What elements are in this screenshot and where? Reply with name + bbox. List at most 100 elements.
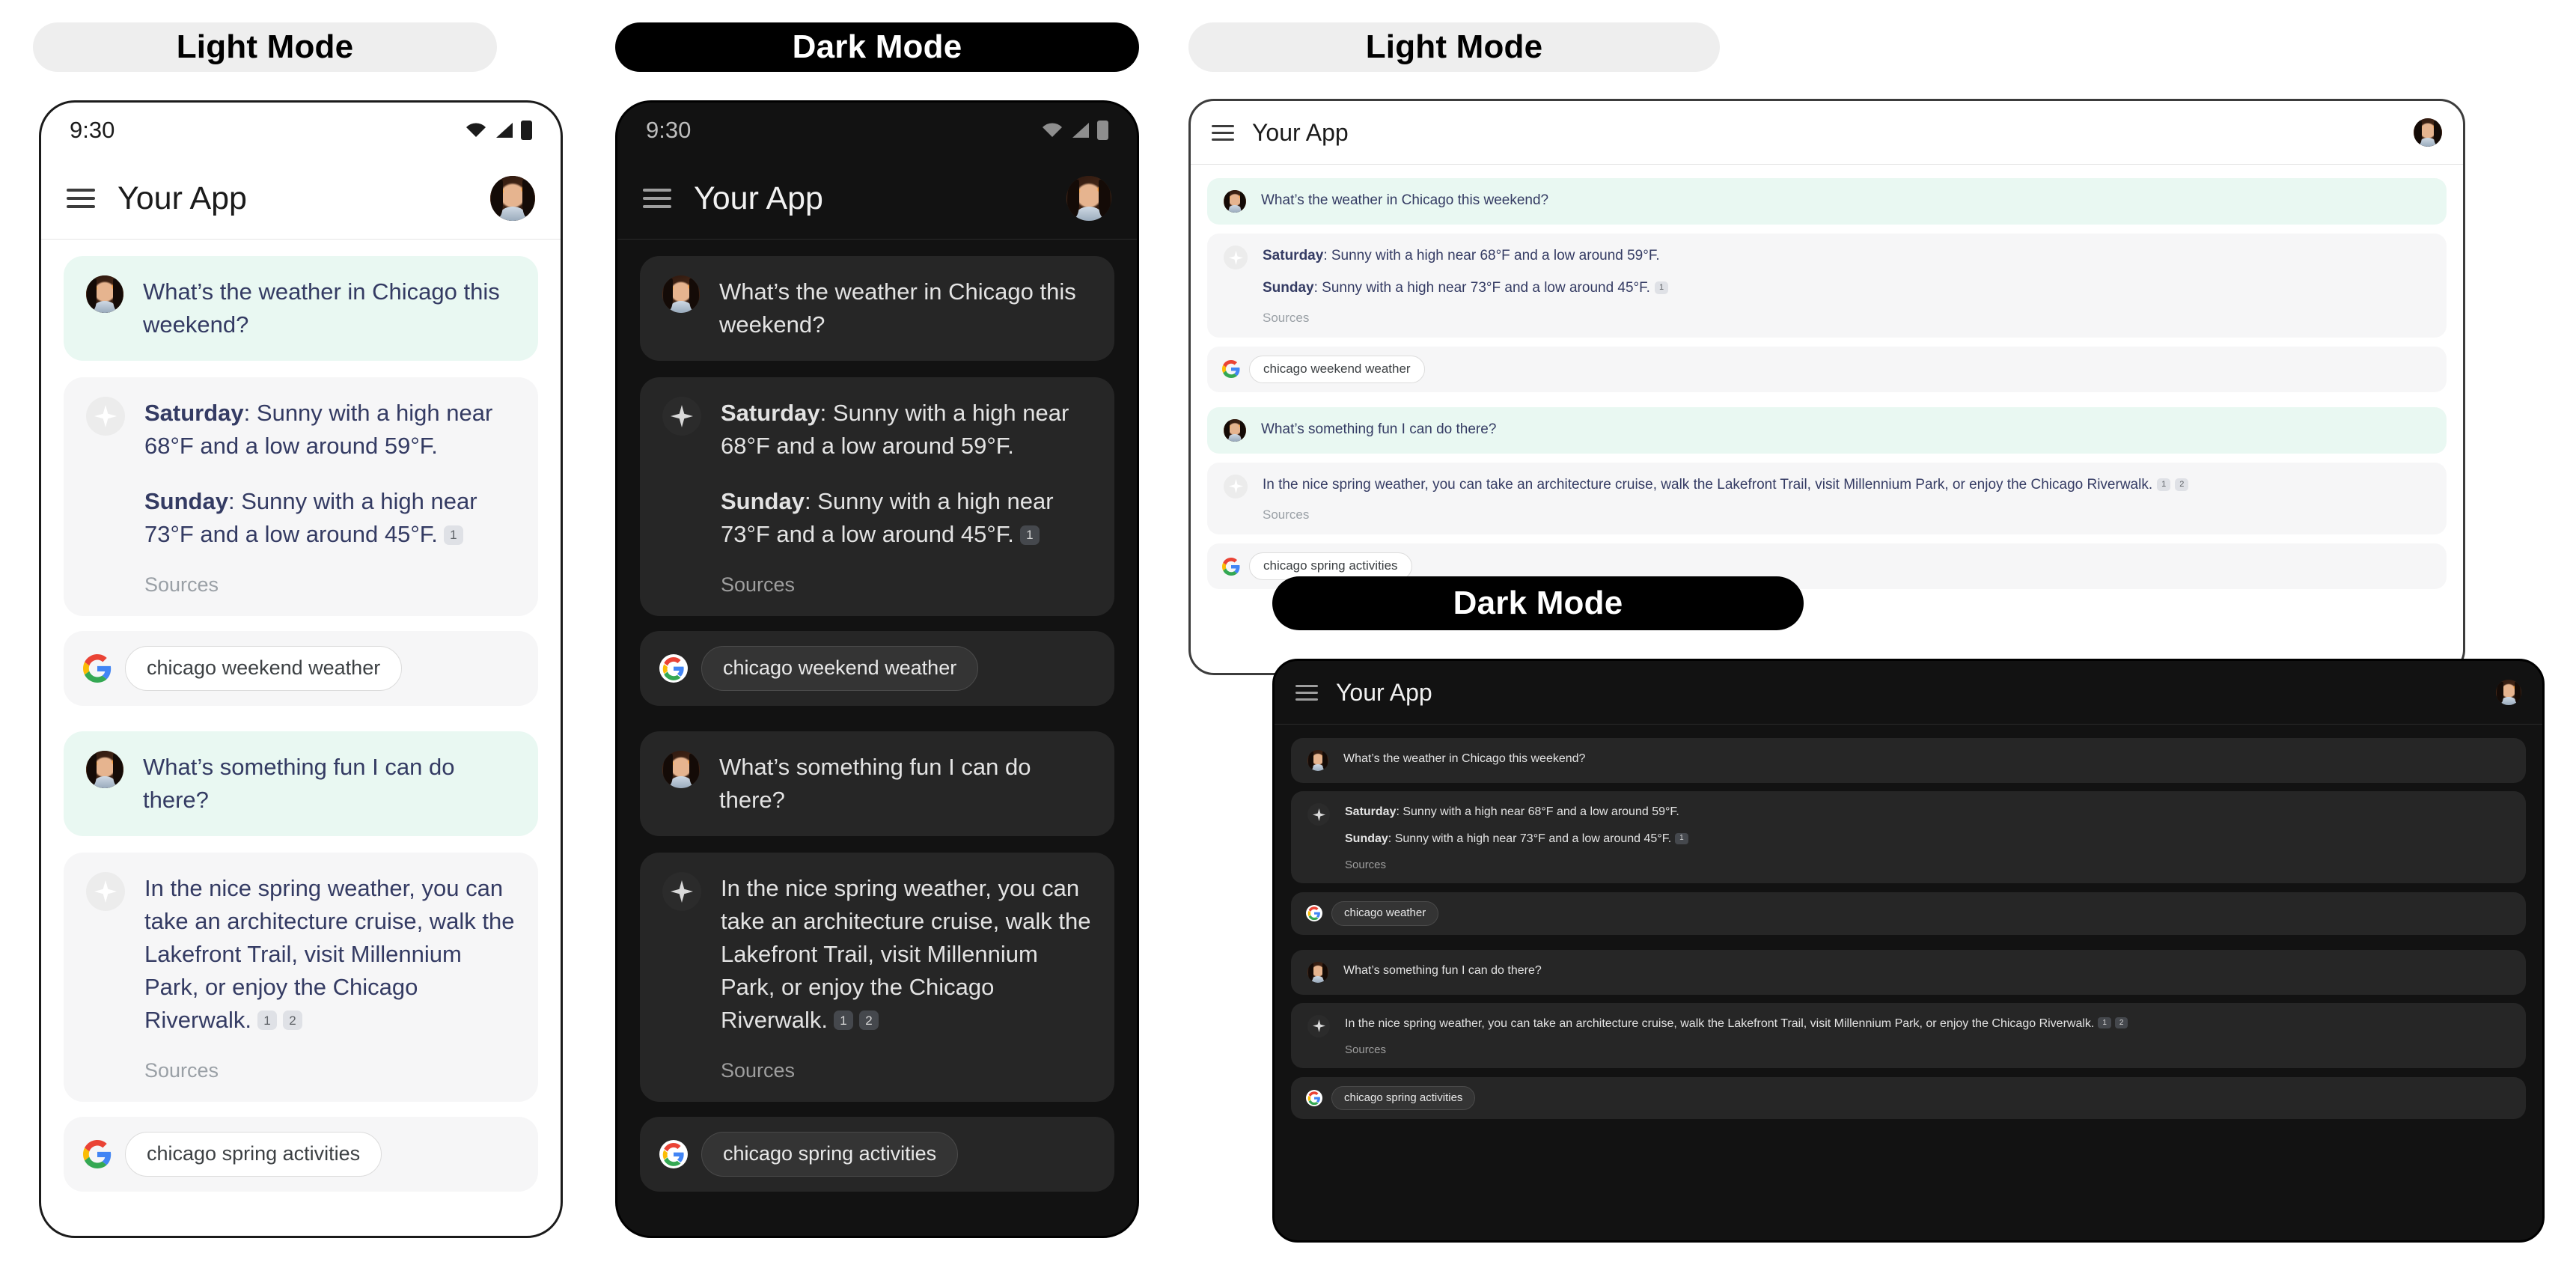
avatar[interactable]	[490, 176, 535, 221]
label-text: Dark Mode	[1453, 585, 1623, 621]
user-message-bubble: What’s the weather in Chicago this weeke…	[1207, 178, 2447, 225]
citation-badge[interactable]: 1	[1019, 525, 1040, 545]
citation-badge[interactable]: 1	[2157, 478, 2171, 491]
search-chip[interactable]: chicago spring activities	[125, 1131, 382, 1177]
sources-link[interactable]: Sources	[1345, 1043, 2509, 1056]
sources-link[interactable]: Sources	[721, 573, 1092, 597]
search-suggestion-card: chicago spring activities	[64, 1116, 538, 1192]
ai-line: Saturday: Sunny with a high near 68°F an…	[1345, 803, 2509, 821]
label-light-mode-phone: Light Mode	[33, 22, 497, 72]
avatar	[1307, 961, 1328, 983]
status-bar-light: 9:30	[41, 103, 561, 158]
page-title: Your App	[1336, 678, 1432, 706]
sources-link[interactable]: Sources	[144, 573, 516, 597]
ai-message-text-wrap: In the nice spring weather, you can take…	[1263, 475, 2430, 496]
user-message-bubble: What’s the weather in Chicago this weeke…	[1291, 738, 2526, 783]
user-message-bubble: What’s something fun I can do there?	[1207, 406, 2447, 454]
signal-icon	[1072, 123, 1089, 138]
page-title: Your App	[694, 180, 823, 216]
citation-badge[interactable]: 1	[2098, 1017, 2111, 1028]
ai-sparkle-icon	[1307, 1014, 1330, 1037]
screenshot-canvas: Light Mode 9:30 Your App What’s the weat…	[0, 0, 2576, 1265]
ai-line-text: : Sunny with a high near 73°F and a low …	[1313, 279, 1650, 296]
avatar[interactable]	[2414, 118, 2442, 147]
status-bar-dark: 9:30	[617, 103, 1137, 158]
page-title: Your App	[1252, 118, 1349, 146]
search-chip[interactable]: chicago weather	[1331, 901, 1439, 926]
label-dark-mode-phone: Dark Mode	[615, 22, 1139, 72]
ai-message-bubble: Saturday: Sunny with a high near 68°F an…	[1207, 234, 2447, 338]
sources-link[interactable]: Sources	[721, 1059, 1092, 1082]
user-message-text: What’s something fun I can do there?	[143, 753, 455, 813]
ai-message-bubble: Saturday: Sunny with a high near 68°F an…	[640, 377, 1114, 617]
sources-link[interactable]: Sources	[144, 1059, 516, 1082]
hamburger-menu-icon[interactable]	[1295, 684, 1318, 701]
google-g-icon	[659, 1139, 688, 1168]
status-icon-group	[1042, 121, 1108, 140]
app-bar-dark: Your App	[617, 158, 1137, 239]
ai-sparkle-icon	[1307, 803, 1330, 826]
citation-badge[interactable]: 1	[833, 1011, 853, 1031]
user-message-bubble: What’s something fun I can do there?	[640, 731, 1114, 836]
avatar	[662, 750, 700, 788]
ai-line-label: Saturday	[721, 400, 820, 427]
chat-thread-tablet-light: What’s the weather in Chicago this weeke…	[1191, 165, 2463, 603]
citation-badge[interactable]: 1	[443, 525, 463, 545]
status-icon-group	[466, 121, 532, 140]
search-suggestion-card: chicago weekend weather	[1207, 347, 2447, 392]
user-message-bubble: What’s the weather in Chicago this weeke…	[640, 256, 1114, 362]
ai-line: Sunday: Sunny with a high near 73°F and …	[721, 485, 1092, 551]
user-message-text: What’s something fun I can do there?	[1343, 963, 1542, 977]
ai-message-text-wrap: In the nice spring weather, you can take…	[721, 872, 1092, 1037]
ai-message-text: In the nice spring weather, you can take…	[1263, 476, 2153, 493]
app-bar-light: Your App	[41, 158, 561, 239]
citation-badge[interactable]: 1	[1675, 832, 1688, 844]
user-message-text: What’s the weather in Chicago this weeke…	[1343, 752, 1586, 765]
search-chip[interactable]: chicago weekend weather	[1249, 356, 1425, 383]
ai-line: Sunday: Sunny with a high near 73°F and …	[1263, 278, 2430, 299]
ai-line-text: : Sunny with a high near 68°F and a low …	[1323, 248, 1660, 263]
search-chip[interactable]: chicago weekend weather	[125, 646, 403, 691]
search-chip[interactable]: chicago weekend weather	[701, 646, 979, 691]
citation-badge[interactable]: 2	[2114, 1017, 2128, 1028]
user-message-text: What’s the weather in Chicago this weeke…	[1261, 192, 1549, 208]
search-suggestion-card: chicago spring activities	[640, 1116, 1114, 1192]
search-chip[interactable]: chicago spring activities	[701, 1131, 959, 1177]
citation-badge[interactable]: 1	[257, 1011, 277, 1031]
user-message-text: What’s something fun I can do there?	[1261, 421, 1497, 437]
avatar[interactable]	[1066, 176, 1111, 221]
google-g-icon	[1222, 360, 1240, 379]
app-bar-tablet-light: Your App	[1191, 101, 2463, 164]
ai-message-bubble: In the nice spring weather, you can take…	[1291, 1002, 2526, 1068]
battery-icon	[1097, 121, 1108, 140]
ai-line: Sunday: Sunny with a high near 73°F and …	[1345, 830, 2509, 848]
label-text: Dark Mode	[792, 28, 962, 65]
ai-line-label: Saturday	[1263, 248, 1324, 263]
status-clock: 9:30	[646, 117, 692, 143]
ai-line-label: Sunday	[1263, 279, 1314, 296]
avatar[interactable]	[2496, 680, 2521, 705]
label-text: Light Mode	[1365, 28, 1543, 65]
citation-badge[interactable]: 1	[1654, 281, 1669, 294]
search-suggestion-card: chicago spring activities	[1291, 1076, 2526, 1119]
ai-line-label: Saturday	[144, 400, 244, 427]
user-message-bubble: What’s something fun I can do there?	[64, 731, 538, 836]
signal-icon	[496, 123, 513, 138]
ai-sparkle-icon	[662, 871, 701, 911]
sources-link[interactable]: Sources	[1263, 311, 2430, 326]
ai-message-text: In the nice spring weather, you can take…	[1345, 1016, 2095, 1030]
search-chip[interactable]: chicago spring activities	[1331, 1085, 1476, 1110]
hamburger-menu-icon[interactable]	[1212, 124, 1234, 141]
citation-badge[interactable]: 2	[2175, 478, 2189, 491]
google-g-icon	[83, 653, 112, 683]
hamburger-menu-icon[interactable]	[643, 189, 671, 208]
sources-link[interactable]: Sources	[1345, 859, 2509, 871]
ai-sparkle-icon	[1224, 246, 1248, 269]
user-message-bubble: What’s something fun I can do there?	[1291, 949, 2526, 995]
citation-badge[interactable]: 2	[282, 1011, 302, 1031]
user-message-bubble: What’s the weather in Chicago this weeke…	[64, 256, 538, 362]
ai-line: Saturday: Sunny with a high near 68°F an…	[1263, 246, 2430, 267]
sources-link[interactable]: Sources	[1263, 507, 2430, 522]
hamburger-menu-icon[interactable]	[67, 189, 95, 208]
citation-badge[interactable]: 2	[858, 1011, 879, 1031]
